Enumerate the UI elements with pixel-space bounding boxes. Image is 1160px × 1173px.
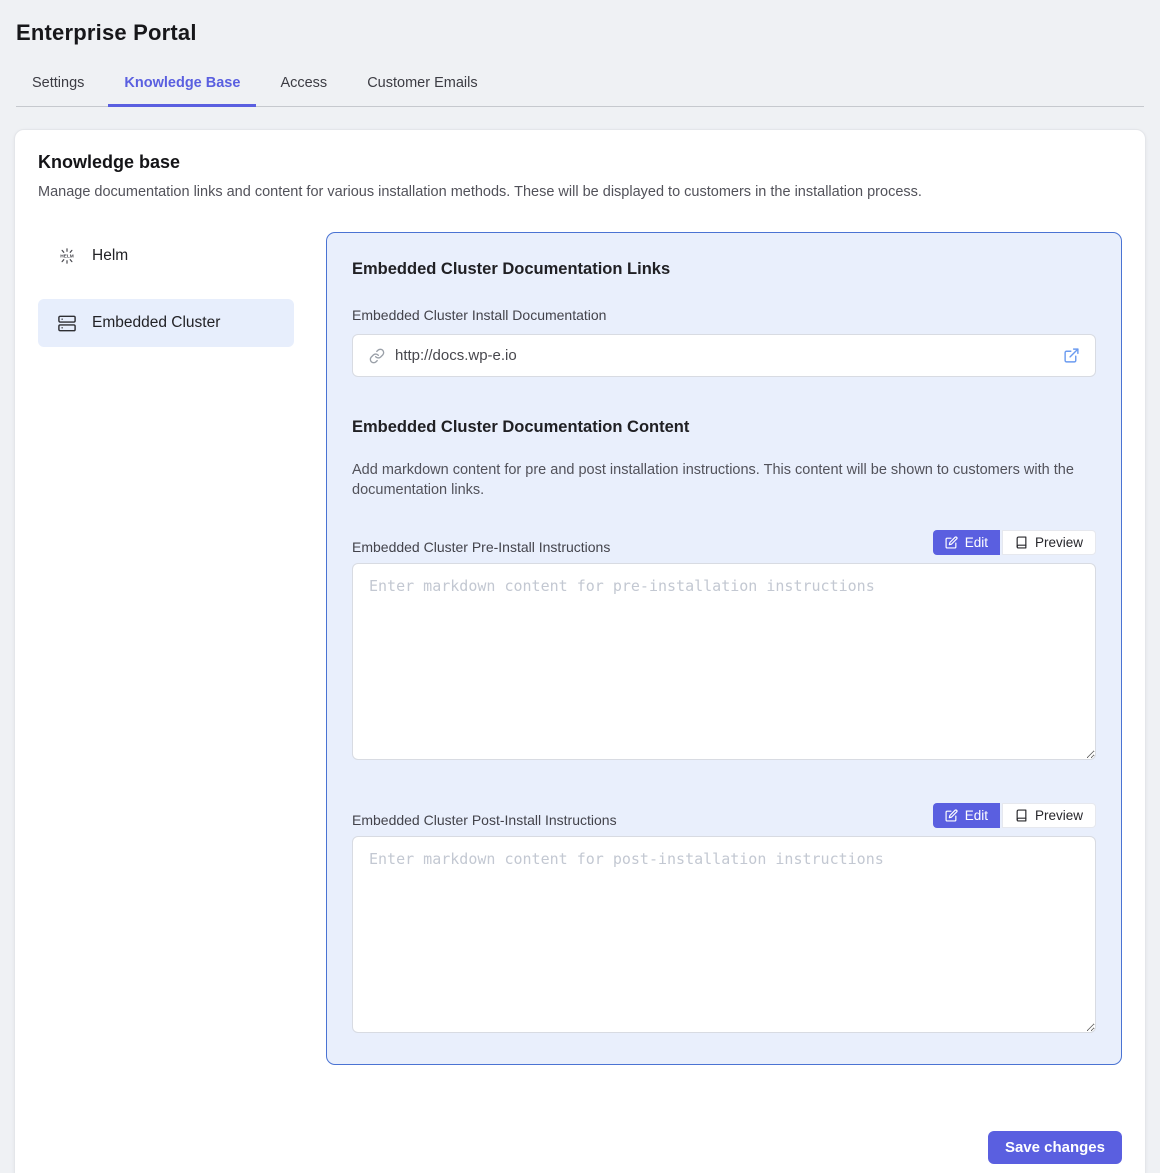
preview-button-label: Preview <box>1035 535 1083 550</box>
edit-button-label: Edit <box>965 808 988 823</box>
install-doc-field <box>352 334 1096 377</box>
edit-button-label: Edit <box>965 535 988 550</box>
save-changes-button[interactable]: Save changes <box>988 1131 1122 1164</box>
content-section-description: Add markdown content for pre and post in… <box>352 460 1096 500</box>
helm-icon: HELM <box>58 247 76 265</box>
post-install-textarea[interactable] <box>352 836 1096 1033</box>
tab-knowledge-base[interactable]: Knowledge Base <box>108 64 256 107</box>
external-link-icon[interactable] <box>1063 347 1080 364</box>
edit-button[interactable]: Edit <box>933 530 1000 555</box>
pre-install-textarea[interactable] <box>352 563 1096 760</box>
edit-icon <box>945 809 958 822</box>
post-install-label: Embedded Cluster Post-Install Instructio… <box>352 812 617 828</box>
knowledge-base-card: Knowledge base Manage documentation link… <box>14 129 1146 1173</box>
svg-text:HELM: HELM <box>60 254 74 260</box>
install-method-list: HELM Helm Embedded Cluster <box>38 232 294 1065</box>
tab-customer-emails[interactable]: Customer Emails <box>351 64 493 107</box>
sidebar-item-embedded-cluster[interactable]: Embedded Cluster <box>38 299 294 347</box>
book-icon <box>1015 809 1028 822</box>
page-title: Enterprise Portal <box>0 0 1160 46</box>
post-install-mode-toggle: Edit Preview <box>933 803 1096 828</box>
book-icon <box>1015 536 1028 549</box>
edit-button[interactable]: Edit <box>933 803 1000 828</box>
tab-access[interactable]: Access <box>264 64 343 107</box>
install-doc-label: Embedded Cluster Install Documentation <box>352 307 1096 323</box>
install-doc-url-input[interactable] <box>395 347 1053 364</box>
content-section-title: Embedded Cluster Documentation Content <box>352 418 1096 437</box>
link-icon <box>369 348 385 364</box>
sidebar-item-helm[interactable]: HELM Helm <box>38 232 294 280</box>
sidebar-item-label: Helm <box>92 247 128 265</box>
preview-button[interactable]: Preview <box>1002 530 1096 555</box>
preview-button-label: Preview <box>1035 808 1083 823</box>
edit-icon <box>945 536 958 549</box>
tab-settings[interactable]: Settings <box>16 64 100 107</box>
card-title: Knowledge base <box>38 152 1122 173</box>
embedded-cluster-panel: Embedded Cluster Documentation Links Emb… <box>326 232 1122 1065</box>
pre-install-label: Embedded Cluster Pre-Install Instruction… <box>352 539 610 555</box>
preview-button[interactable]: Preview <box>1002 803 1096 828</box>
card-description: Manage documentation links and content f… <box>38 184 1122 200</box>
pre-install-mode-toggle: Edit Preview <box>933 530 1096 555</box>
links-section-title: Embedded Cluster Documentation Links <box>352 260 1096 279</box>
server-stack-icon <box>58 315 76 332</box>
tab-bar: Settings Knowledge Base Access Customer … <box>16 46 1144 107</box>
sidebar-item-label: Embedded Cluster <box>92 314 220 332</box>
